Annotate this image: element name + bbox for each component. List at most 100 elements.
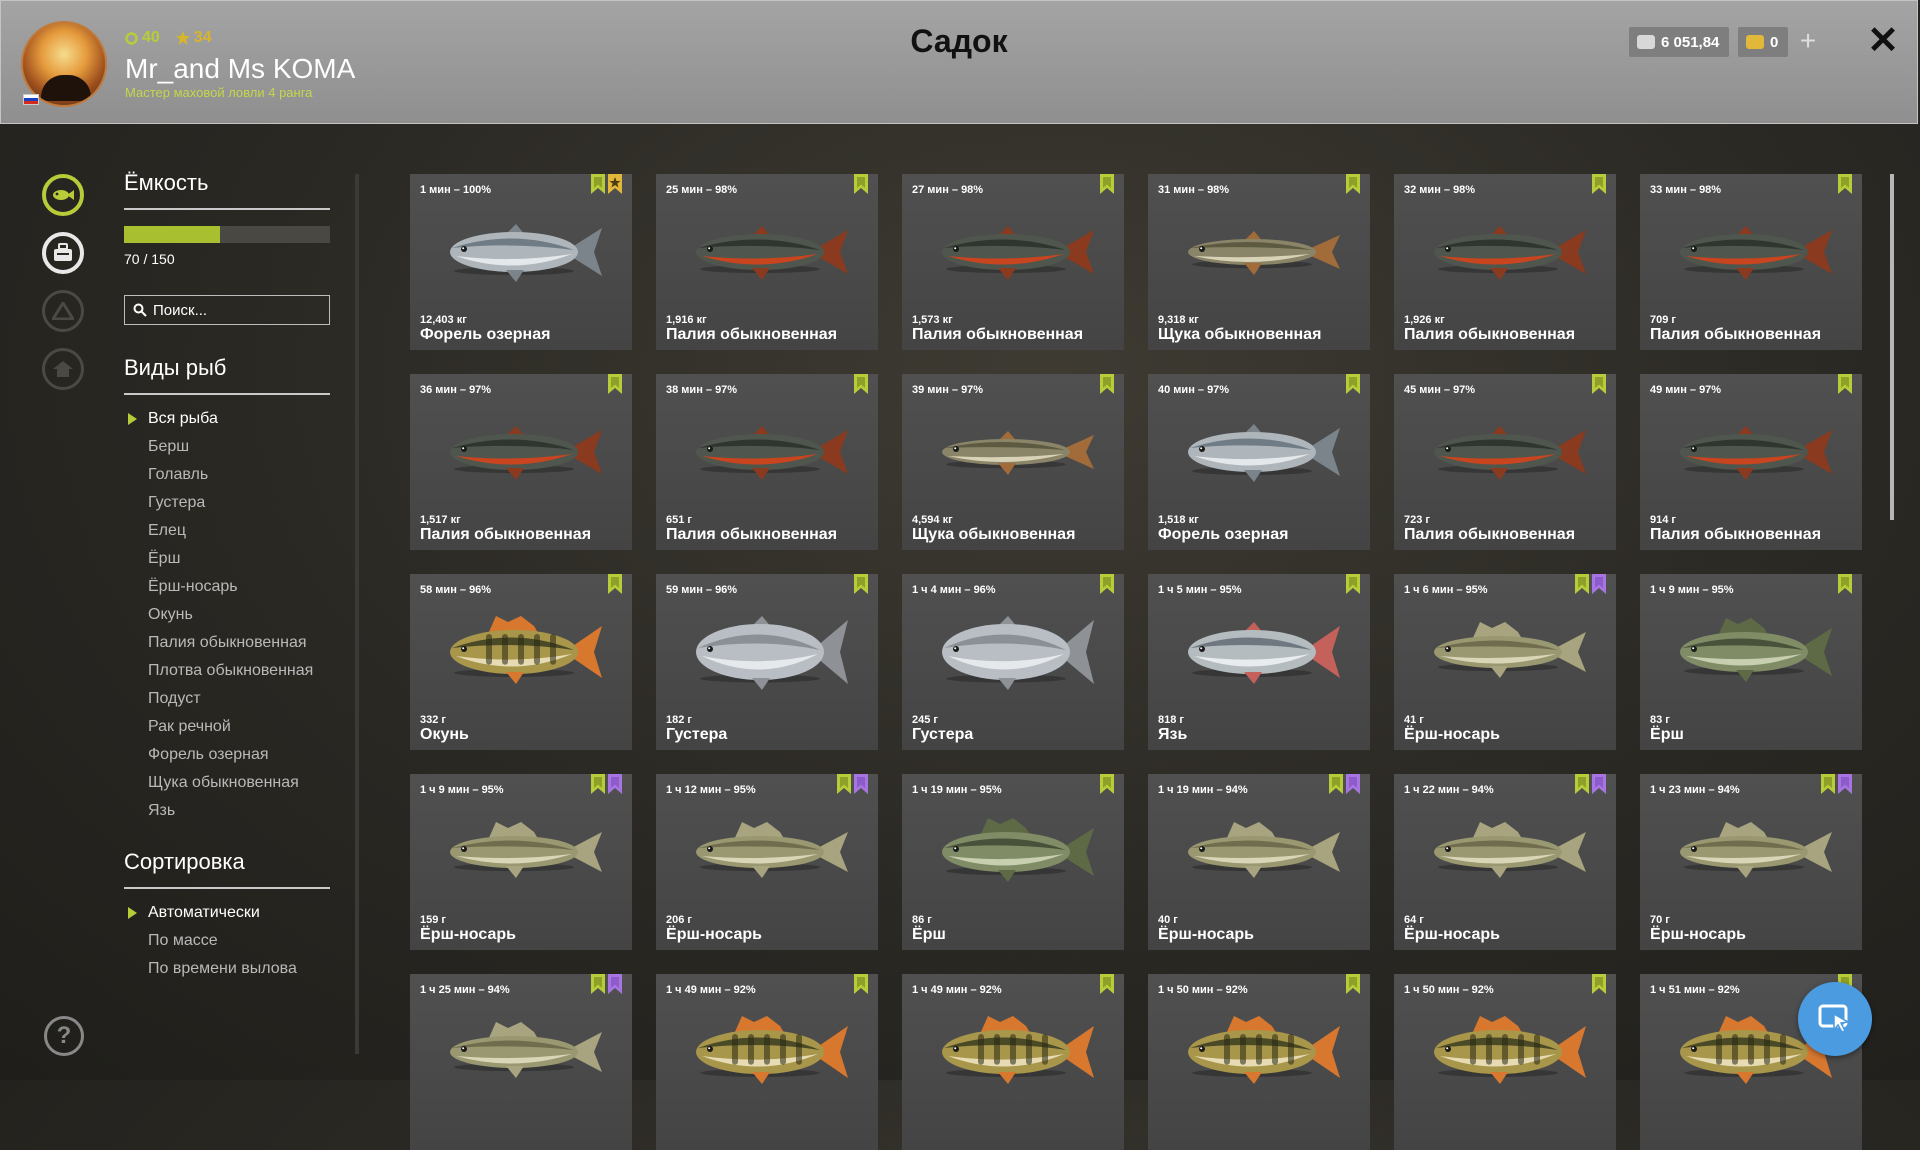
- fish-name: Густера: [666, 726, 728, 743]
- add-currency-button[interactable]: +: [1793, 27, 1823, 57]
- fish-card[interactable]: 59 мин – 96% 182 г Густера: [656, 574, 878, 750]
- fish-card[interactable]: 1 ч 5 мин – 95% 818 г Язь: [1148, 574, 1370, 750]
- card-tags: [608, 374, 622, 394]
- fish-image: [1164, 1010, 1354, 1090]
- species-filter-item[interactable]: Палия обыкновенная: [124, 629, 330, 657]
- keepnet-fish-icon[interactable]: [42, 174, 84, 216]
- catch-time: 1 ч 9 мин – 95%: [420, 784, 504, 796]
- fish-card[interactable]: 1 ч 19 мин – 94% 40 г Ёрш-носарь: [1148, 774, 1370, 950]
- species-filter-item[interactable]: Рак речной: [124, 713, 330, 741]
- fish-card[interactable]: 1 ч 25 мин – 94%: [410, 974, 632, 1150]
- species-title: Виды рыб: [124, 355, 330, 395]
- fish-image: [426, 210, 616, 290]
- fish-image: [1656, 210, 1846, 290]
- fish-weight: 206 г: [666, 914, 692, 926]
- fish-card[interactable]: 39 мин – 97% 4,594 кг Щука обыкновенная: [902, 374, 1124, 550]
- purple-bookmark-icon: [1838, 774, 1852, 794]
- russia-flag-icon: [23, 94, 39, 105]
- fish-card[interactable]: 25 мин – 98% 1,916 кг Палия обыкновенная: [656, 174, 878, 350]
- fish-image: [426, 610, 616, 690]
- fish-weight: 1,926 кг: [1404, 314, 1445, 326]
- search-box[interactable]: [124, 295, 330, 325]
- scrollbar[interactable]: [1890, 174, 1894, 520]
- fish-card[interactable]: 1 ч 23 мин – 94% 70 г Ёрш-носарь: [1640, 774, 1862, 950]
- fish-card[interactable]: 1 ч 49 мин – 92%: [656, 974, 878, 1150]
- fish-image: [1410, 1010, 1600, 1090]
- catch-time: 1 ч 5 мин – 95%: [1158, 584, 1242, 596]
- purple-bookmark-icon: [608, 974, 622, 994]
- green-bookmark-icon: [1592, 974, 1606, 994]
- catch-time: 36 мин – 97%: [420, 384, 492, 396]
- species-filter-item[interactable]: Окунь: [124, 601, 330, 629]
- card-tags: [1346, 374, 1360, 394]
- fish-card[interactable]: 33 мин – 98% 709 г Палия обыкновенная: [1640, 174, 1862, 350]
- species-filter-item[interactable]: Ёрш: [124, 545, 330, 573]
- green-bookmark-icon: [1838, 174, 1852, 194]
- fish-card[interactable]: 1 ч 50 мин – 92%: [1148, 974, 1370, 1150]
- fish-weight: 83 г: [1650, 714, 1670, 726]
- fish-weight: 40 г: [1158, 914, 1178, 926]
- fish-card[interactable]: 38 мин – 97% 651 г Палия обыкновенная: [656, 374, 878, 550]
- fish-card[interactable]: 31 мин – 98% 9,318 кг Щука обыкновенная: [1148, 174, 1370, 350]
- catch-time: 58 мин – 96%: [420, 584, 492, 596]
- fish-grid: 1 мин – 100% 12,403 кг Форель озерная 25 ми…: [410, 174, 1862, 1150]
- purple-bookmark-icon: [1346, 774, 1360, 794]
- catch-time: 1 ч 50 мин – 92%: [1404, 984, 1494, 996]
- cursor-mode-button[interactable]: [1798, 982, 1872, 1056]
- catch-time: 1 ч 9 мин – 95%: [1650, 584, 1734, 596]
- cooler-icon[interactable]: [42, 232, 84, 274]
- species-filter-item[interactable]: Голавль: [124, 461, 330, 489]
- species-filter-item[interactable]: Елец: [124, 517, 330, 545]
- fish-card[interactable]: 1 ч 9 мин – 95% 83 г Ёрш: [1640, 574, 1862, 750]
- sort-list: Автоматически По массе По времени вылова: [124, 899, 330, 983]
- fish-card[interactable]: 49 мин – 97% 914 г Палия обыкновенная: [1640, 374, 1862, 550]
- fish-name: Щука обыкновенная: [1158, 326, 1322, 343]
- catch-time: 45 мин – 97%: [1404, 384, 1476, 396]
- fish-card[interactable]: 1 ч 19 мин – 95% 86 г Ёрш: [902, 774, 1124, 950]
- fish-card[interactable]: 1 ч 4 мин – 96% 245 г Густера: [902, 574, 1124, 750]
- green-bookmark-icon: [1346, 174, 1360, 194]
- fish-card[interactable]: 1 ч 6 мин – 95% 41 г Ёрш-носарь: [1394, 574, 1616, 750]
- fish-card[interactable]: 1 ч 49 мин – 92%: [902, 974, 1124, 1150]
- fish-card[interactable]: 1 ч 12 мин – 95% 206 г Ёрш-носарь: [656, 774, 878, 950]
- home-icon[interactable]: [42, 348, 84, 390]
- fish-card[interactable]: 32 мин – 98% 1,926 кг Палия обыкновенная: [1394, 174, 1616, 350]
- purple-bookmark-icon: [608, 774, 622, 794]
- sort-option-item[interactable]: По времени вылова: [124, 955, 330, 983]
- sort-option-item[interactable]: Автоматически: [124, 899, 330, 927]
- fish-card[interactable]: 45 мин – 97% 723 г Палия обыкновенная: [1394, 374, 1616, 550]
- fish-card[interactable]: 1 мин – 100% 12,403 кг Форель озерная: [410, 174, 632, 350]
- fish-card[interactable]: 40 мин – 97% 1,518 кг Форель озерная: [1148, 374, 1370, 550]
- fish-weight: 70 г: [1650, 914, 1670, 926]
- catch-time: 1 мин – 100%: [420, 184, 492, 196]
- card-tags: [1575, 574, 1606, 594]
- help-icon[interactable]: ?: [44, 1016, 84, 1056]
- fish-card[interactable]: 1 ч 22 мин – 94% 64 г Ёрш-носарь: [1394, 774, 1616, 950]
- sort-option-item[interactable]: По массе: [124, 927, 330, 955]
- fish-card[interactable]: 1 ч 50 мин – 92%: [1394, 974, 1616, 1150]
- species-filter-item[interactable]: Форель озерная: [124, 741, 330, 769]
- species-filter-item[interactable]: Язь: [124, 797, 330, 825]
- species-filter-item[interactable]: Вся рыба: [124, 405, 330, 433]
- species-filter-item[interactable]: Берш: [124, 433, 330, 461]
- fish-card[interactable]: 27 мин – 98% 1,573 кг Палия обыкновенная: [902, 174, 1124, 350]
- green-bookmark-icon: [854, 974, 868, 994]
- card-tags: [837, 774, 868, 794]
- green-bookmark-icon: [1346, 574, 1360, 594]
- species-filter-item[interactable]: Густера: [124, 489, 330, 517]
- fish-weight: 12,403 кг: [420, 314, 467, 326]
- species-filter-item[interactable]: Ёрш-носарь: [124, 573, 330, 601]
- fish-image: [918, 810, 1108, 890]
- species-filter-item[interactable]: Щука обыкновенная: [124, 769, 330, 797]
- search-input[interactable]: [153, 301, 323, 319]
- card-tags: [854, 974, 868, 994]
- fish-card[interactable]: 58 мин – 96% 332 г Окунь: [410, 574, 632, 750]
- close-button[interactable]: ✕: [1863, 19, 1903, 63]
- card-tags: [1100, 374, 1114, 394]
- camp-icon[interactable]: [42, 290, 84, 332]
- species-filter-item[interactable]: Плотва обыкновенная: [124, 657, 330, 685]
- species-filter-item[interactable]: Подуст: [124, 685, 330, 713]
- fish-card[interactable]: 1 ч 9 мин – 95% 159 г Ёрш-носарь: [410, 774, 632, 950]
- card-tags: [1575, 774, 1606, 794]
- fish-card[interactable]: 36 мин – 97% 1,517 кг Палия обыкновенная: [410, 374, 632, 550]
